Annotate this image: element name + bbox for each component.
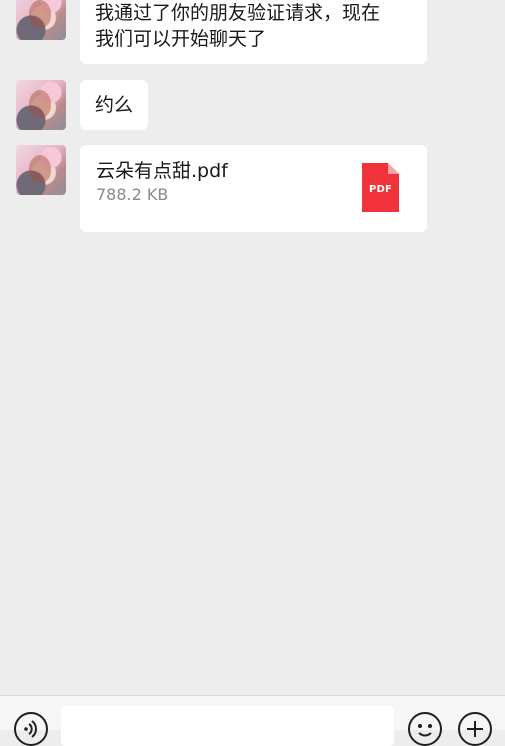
voice-icon[interactable]: [14, 712, 48, 746]
pdf-label: PDF: [368, 184, 393, 195]
contact-avatar[interactable]: [16, 0, 66, 40]
contact-avatar[interactable]: [16, 145, 66, 195]
file-name: 云朵有点甜.pdf: [96, 160, 228, 182]
message-bubble[interactable]: 约么: [80, 80, 149, 130]
message-text: 约么: [95, 94, 134, 116]
emoji-icon[interactable]: [408, 712, 442, 746]
file-size: 788.2 KB: [96, 185, 169, 204]
message-input[interactable]: [61, 706, 394, 746]
contact-avatar[interactable]: [16, 80, 66, 130]
plus-icon[interactable]: [458, 712, 492, 746]
input-bar: [0, 695, 505, 746]
pdf-file-icon: PDF: [362, 163, 399, 212]
file-message-bubble[interactable]: 云朵有点甜.pdf 788.2 KB PDF: [80, 145, 427, 232]
message-bubble[interactable]: 我通过了你的朋友验证请求，现在 我们可以开始聊天了: [80, 0, 427, 64]
message-text: 我通过了你的朋友验证请求，现在 我们可以开始聊天了: [95, 2, 381, 50]
chat-area[interactable]: 我通过了你的朋友验证请求，现在 我们可以开始聊天了 约么 云朵有点甜.pdf 7…: [0, 0, 505, 695]
